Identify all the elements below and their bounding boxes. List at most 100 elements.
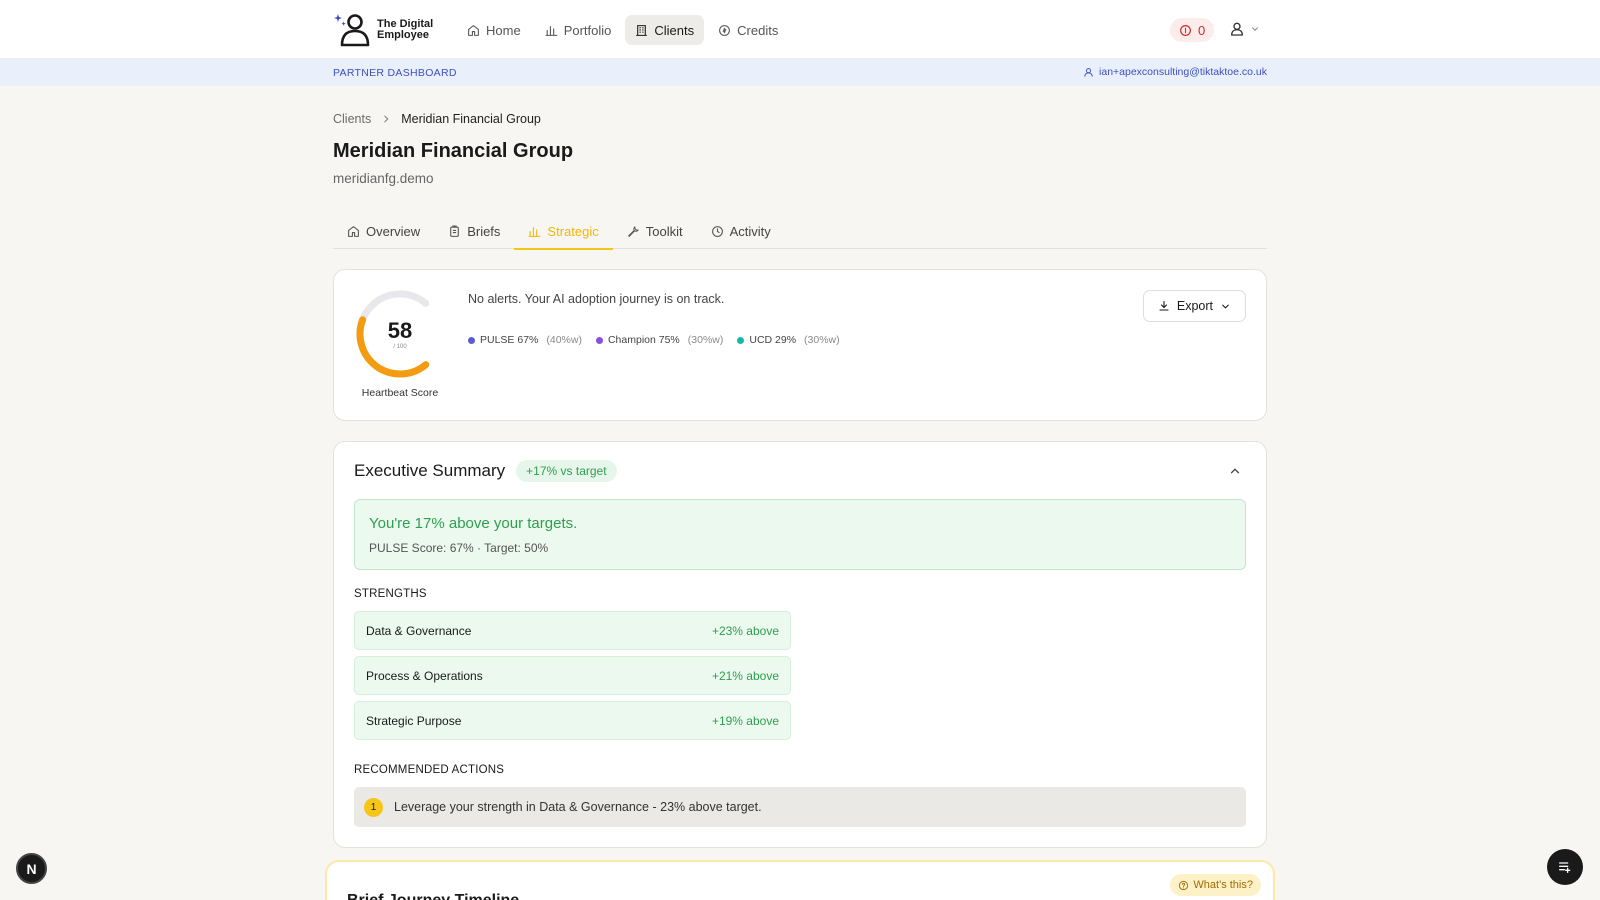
strength-name: Data & Governance	[366, 623, 472, 638]
partner-email-text: ian+apexconsulting@tiktaktoe.co.uk	[1099, 66, 1267, 78]
metric-dot	[737, 336, 745, 344]
help-circle-icon	[1179, 880, 1189, 890]
whats-this-button[interactable]: What's this?	[1170, 874, 1261, 896]
target-summary-box: You're 17% above your targets. PULSE Sco…	[354, 499, 1246, 570]
nav-credits[interactable]: Credits	[708, 15, 788, 45]
heartbeat-score-label: Heartbeat Score	[361, 387, 439, 399]
tab-briefs-label: Briefs	[467, 223, 501, 239]
metric-ucd: UCD 29% (30%w)	[737, 334, 840, 346]
alert-status-text: No alerts. Your AI adoption journey is o…	[468, 292, 725, 306]
building-icon	[636, 24, 648, 36]
nav-portfolio[interactable]: Portfolio	[535, 15, 622, 45]
action-text: Leverage your strength in Data & Governa…	[394, 800, 762, 814]
bar-chart-icon	[545, 25, 558, 36]
collapse-button[interactable]	[1228, 464, 1242, 478]
clipboard-icon	[450, 225, 460, 237]
tab-strategic[interactable]: Strategic	[514, 213, 614, 250]
heartbeat-gauge: 58 / 100	[354, 290, 446, 378]
main-nav: Home Portfolio Clients Credits	[457, 15, 788, 45]
nav-home[interactable]: Home	[457, 15, 531, 45]
page-title: Meridian Financial Group	[333, 140, 574, 162]
whats-this-label: What's this?	[1193, 879, 1253, 891]
tab-toolkit[interactable]: Toolkit	[613, 213, 697, 249]
coin-icon	[719, 24, 731, 36]
heartbeat-score-max: / 100	[393, 344, 407, 350]
chevron-down-icon	[1252, 27, 1258, 31]
bar-chart-icon	[528, 226, 541, 237]
tab-briefs[interactable]: Briefs	[434, 213, 514, 249]
timeline-title: Brief Journey Timeline	[347, 892, 519, 900]
recommended-actions-heading: RECOMMENDED ACTIONS	[354, 764, 505, 776]
brand-name-line2: Employee	[377, 29, 429, 41]
chevron-down-icon	[1222, 304, 1229, 309]
tab-activity-label: Activity	[729, 223, 771, 239]
nav-credits-label: Credits	[737, 22, 779, 38]
partner-email[interactable]: ian+apexconsulting@tiktaktoe.co.uk	[1083, 66, 1267, 78]
nav-portfolio-label: Portfolio	[563, 22, 612, 38]
user-icon	[1084, 67, 1093, 77]
metric-pulse: PULSE 67% (40%w)	[468, 334, 582, 346]
tab-overview-label: Overview	[366, 223, 421, 239]
strength-delta: +23% above	[711, 623, 779, 638]
dev-tools-badge[interactable]: N	[16, 853, 47, 884]
tab-activity[interactable]: Activity	[697, 213, 785, 249]
action-number-badge: 1	[364, 797, 383, 817]
user-menu[interactable]	[1229, 21, 1260, 37]
brand-logo[interactable]: The Digital Employee	[333, 13, 433, 47]
breadcrumb-clients-link[interactable]: Clients	[333, 112, 371, 126]
heartbeat-score-value: 58	[387, 318, 413, 343]
breadcrumb-current: Meridian Financial Group	[401, 112, 541, 126]
heartbeat-card: 58 / 100 Heartbeat Score No alerts. Your…	[333, 269, 1267, 421]
chevron-right-icon	[384, 115, 389, 123]
summary-header: Executive Summary +17% vs target	[354, 460, 617, 482]
strength-name: Strategic Purpose	[366, 713, 462, 728]
breadcrumb: Clients Meridian Financial Group	[333, 112, 541, 126]
partner-banner: PARTNER DASHBOARD ian+apexconsulting@tik…	[0, 59, 1600, 86]
export-button[interactable]: Export	[1142, 290, 1246, 322]
logo-person-icon	[334, 14, 370, 47]
metric-label: Champion 75%	[607, 334, 680, 346]
strength-row: Strategic Purpose +19% above	[354, 701, 791, 740]
metric-champion: Champion 75% (30%w)	[595, 334, 724, 346]
client-tabs: Overview Briefs Strategic Toolkit Activi…	[333, 213, 1267, 250]
credits-badge[interactable]: 0	[1170, 18, 1215, 42]
tab-strategic-label: Strategic	[547, 223, 599, 239]
metric-weight: (40%w)	[546, 334, 582, 346]
clock-icon	[711, 225, 723, 237]
wrench-icon	[627, 225, 639, 237]
metric-weight: (30%w)	[687, 334, 724, 346]
tab-toolkit-label: Toolkit	[645, 223, 683, 239]
nav-clients[interactable]: Clients	[625, 15, 705, 45]
metric-weight: (30%w)	[804, 334, 840, 346]
credits-count: 0	[1198, 22, 1206, 38]
home-icon	[468, 24, 479, 36]
strength-row: Process & Operations +21% above	[354, 656, 791, 695]
quick-actions-button[interactable]	[1547, 849, 1583, 885]
chevron-up-icon	[1230, 468, 1240, 474]
metric-label: UCD 29%	[749, 334, 797, 346]
export-label: Export	[1176, 299, 1213, 313]
score-breakdown: PULSE 67% (40%w) Champion 75% (30%w) UCD…	[468, 334, 840, 346]
tab-overview[interactable]: Overview	[333, 213, 434, 249]
summary-title: Executive Summary	[354, 461, 506, 480]
nav-clients-label: Clients	[654, 22, 695, 38]
home-icon	[348, 225, 359, 237]
target-detail: PULSE Score: 67% · Target: 50%	[369, 541, 549, 555]
strength-name: Process & Operations	[366, 668, 483, 683]
partner-dashboard-label: PARTNER DASHBOARD	[333, 67, 457, 79]
metric-label: PULSE 67%	[480, 334, 539, 346]
coin-icon	[1180, 24, 1191, 36]
vs-target-badge: +17% vs target	[516, 460, 617, 482]
page-subtitle: meridianfg.demo	[333, 171, 434, 186]
top-navbar: The Digital Employee Home Portfolio Clie…	[0, 0, 1600, 59]
download-icon	[1159, 300, 1169, 311]
list-add-icon	[1559, 862, 1571, 873]
strength-row: Data & Governance +23% above	[354, 611, 791, 650]
target-headline: You're 17% above your targets.	[369, 515, 578, 532]
user-icon	[1231, 22, 1243, 36]
brief-journey-timeline-card: Brief Journey Timeline What's this?	[325, 860, 1275, 900]
metric-dot	[468, 336, 475, 344]
metric-dot	[595, 336, 603, 344]
strength-delta: +19% above	[711, 713, 779, 728]
executive-summary-card: Executive Summary +17% vs target You're …	[333, 441, 1267, 848]
